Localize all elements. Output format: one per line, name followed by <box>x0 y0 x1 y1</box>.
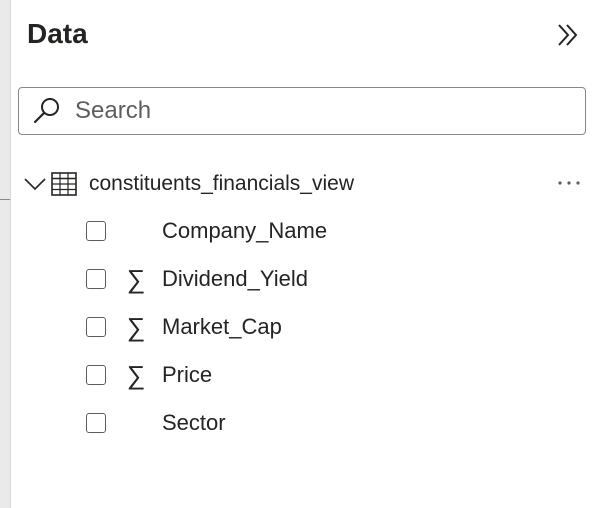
search-box[interactable] <box>18 87 586 135</box>
chevron-down-icon[interactable] <box>21 170 49 198</box>
field-row-company-name[interactable]: Company_Name <box>86 211 586 251</box>
data-pane: Data Search constituents_financials_view… <box>11 0 598 508</box>
field-row-market-cap[interactable]: ∑ Market_Cap <box>86 307 586 347</box>
more-options-icon <box>558 181 580 185</box>
field-name: Dividend_Yield <box>162 266 308 291</box>
report-canvas-edge <box>0 0 11 508</box>
field-name: Company_Name <box>162 218 328 243</box>
table-node[interactable]: constituents_financials_view <box>21 166 591 202</box>
field-checkbox[interactable] <box>86 413 106 433</box>
field-checkbox[interactable] <box>86 317 106 337</box>
sigma-icon: ∑ <box>126 264 146 294</box>
search-input[interactable] <box>73 96 557 126</box>
field-name: Price <box>162 362 213 387</box>
field-row-dividend-yield[interactable]: ∑ Dividend_Yield <box>86 259 586 299</box>
pane-title: Data <box>27 18 88 49</box>
sigma-icon: ∑ <box>126 312 146 342</box>
field-checkbox[interactable] <box>86 221 106 241</box>
double-chevron-right-icon <box>558 24 578 46</box>
search-icon <box>29 93 65 129</box>
field-row-price[interactable]: ∑ Price <box>86 355 586 395</box>
field-name: Market_Cap <box>162 314 282 339</box>
table-icon <box>49 169 79 199</box>
collapse-pane-button[interactable] <box>551 18 585 52</box>
canvas-divider <box>0 199 10 200</box>
field-checkbox[interactable] <box>86 365 106 385</box>
field-name: Sector <box>162 410 226 435</box>
more-options-button[interactable] <box>554 168 584 198</box>
field-row-sector[interactable]: Sector <box>86 403 586 443</box>
table-name: constituents_financials_view <box>89 172 354 195</box>
field-checkbox[interactable] <box>86 269 106 289</box>
sigma-icon: ∑ <box>126 360 146 390</box>
